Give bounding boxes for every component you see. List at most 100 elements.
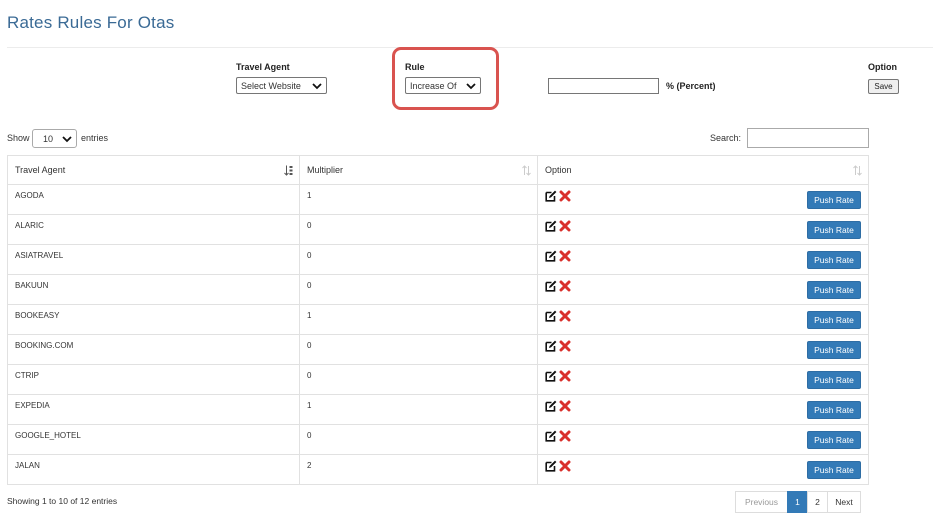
cell-multiplier: 2 [299,454,538,485]
push-rate-button[interactable]: Push Rate [807,371,861,389]
cell-option: Push Rate [537,364,869,395]
cell-multiplier: 0 [299,364,538,395]
percent-input[interactable] [548,78,659,94]
edit-icon[interactable] [545,430,557,442]
edit-icon[interactable] [545,190,557,202]
travel-agent-label: Travel Agent [236,62,290,72]
delete-icon[interactable] [559,370,571,382]
table-row: ASIATRAVEL 0 Push Rate [7,244,869,275]
option-actions [545,310,571,322]
option-actions [545,460,571,472]
column-header-travel-agent[interactable]: Travel Agent [7,155,300,185]
search-input[interactable] [747,128,869,148]
column-header-option[interactable]: Option [537,155,869,185]
percent-label: % (Percent) [666,81,716,91]
multiplier-value: 0 [307,221,312,230]
travel-agent-name: BOOKEASY [15,311,60,320]
multiplier-value: 1 [307,401,312,410]
table-info: Showing 1 to 10 of 12 entries [7,496,118,506]
delete-icon[interactable] [559,310,571,322]
delete-icon[interactable] [559,400,571,412]
pagination: Previous 1 2 Next [735,491,861,513]
edit-icon[interactable] [545,370,557,382]
pagination-next[interactable]: Next [827,491,861,513]
entries-label: entries [81,133,109,143]
edit-icon[interactable] [545,250,557,262]
table-row: AGODA 1 Push Rate [7,184,869,215]
cell-multiplier: 0 [299,274,538,305]
edit-icon[interactable] [545,280,557,292]
push-rate-button[interactable]: Push Rate [807,311,861,329]
cell-option: Push Rate [537,244,869,275]
travel-agent-select-value: Select Website [241,80,301,91]
pagination-previous[interactable]: Previous [735,491,788,513]
edit-icon[interactable] [545,400,557,412]
cell-multiplier: 0 [299,334,538,365]
push-rate-button[interactable]: Push Rate [807,221,861,239]
delete-icon[interactable] [559,250,571,262]
cell-option: Push Rate [537,334,869,365]
travel-agent-name: GOOGLE_HOTEL [15,431,81,440]
delete-icon[interactable] [559,280,571,292]
cell-option: Push Rate [537,304,869,335]
travel-agent-name: ASIATRAVEL [15,251,64,260]
delete-icon[interactable] [559,220,571,232]
travel-agent-name: EXPEDIA [15,401,50,410]
push-rate-button[interactable]: Push Rate [807,281,861,299]
push-rate-button[interactable]: Push Rate [807,341,861,359]
option-actions [545,220,571,232]
cell-travel-agent: EXPEDIA [7,394,300,425]
option-actions [545,400,571,412]
table-row: BOOKING.COM 0 Push Rate [7,334,869,365]
travel-agent-select[interactable]: Select Website [236,77,327,94]
cell-travel-agent: AGODA [7,184,300,215]
page-length-select[interactable]: 10 [32,129,77,148]
page-length-value: 10 [43,133,54,144]
pagination-page-1[interactable]: 1 [787,491,808,513]
table-row: BAKUUN 0 Push Rate [7,274,869,305]
option-actions [545,280,571,292]
save-button[interactable]: Save [868,79,899,94]
multiplier-value: 1 [307,191,312,200]
push-rate-button[interactable]: Push Rate [807,251,861,269]
sort-both-icon [853,165,862,176]
cell-option: Push Rate [537,394,869,425]
multiplier-value: 0 [307,431,312,440]
delete-icon[interactable] [559,340,571,352]
column-header-multiplier[interactable]: Multiplier [299,155,538,185]
cell-multiplier: 1 [299,184,538,215]
table-row: JALAN 2 Push Rate [7,454,869,485]
pagination-page-2[interactable]: 2 [807,491,828,513]
column-header-label: Option [545,165,572,175]
travel-agent-name: CTRIP [15,371,39,380]
rule-highlight-box [392,47,499,110]
delete-icon[interactable] [559,460,571,472]
edit-icon[interactable] [545,310,557,322]
rates-table: Travel Agent Multiplier Option AGODA 1 P… [7,155,869,485]
multiplier-value: 2 [307,461,312,470]
chevron-down-icon [312,83,322,90]
delete-icon[interactable] [559,430,571,442]
column-header-label: Multiplier [307,165,344,175]
push-rate-button[interactable]: Push Rate [807,401,861,419]
multiplier-value: 0 [307,371,312,380]
search-label: Search: [710,133,742,143]
table-row: BOOKEASY 1 Push Rate [7,304,869,335]
edit-icon[interactable] [545,340,557,352]
multiplier-value: 0 [307,341,312,350]
cell-multiplier: 0 [299,244,538,275]
edit-icon[interactable] [545,220,557,232]
cell-travel-agent: JALAN [7,454,300,485]
push-rate-button[interactable]: Push Rate [807,191,861,209]
column-header-label: Travel Agent [15,165,66,175]
push-rate-button[interactable]: Push Rate [807,461,861,479]
cell-travel-agent: BAKUUN [7,274,300,305]
delete-icon[interactable] [559,190,571,202]
push-rate-button[interactable]: Push Rate [807,431,861,449]
cell-multiplier: 1 [299,304,538,335]
cell-travel-agent: ALARIC [7,214,300,245]
option-actions [545,370,571,382]
travel-agent-name: AGODA [15,191,44,200]
edit-icon[interactable] [545,460,557,472]
option-actions [545,250,571,262]
